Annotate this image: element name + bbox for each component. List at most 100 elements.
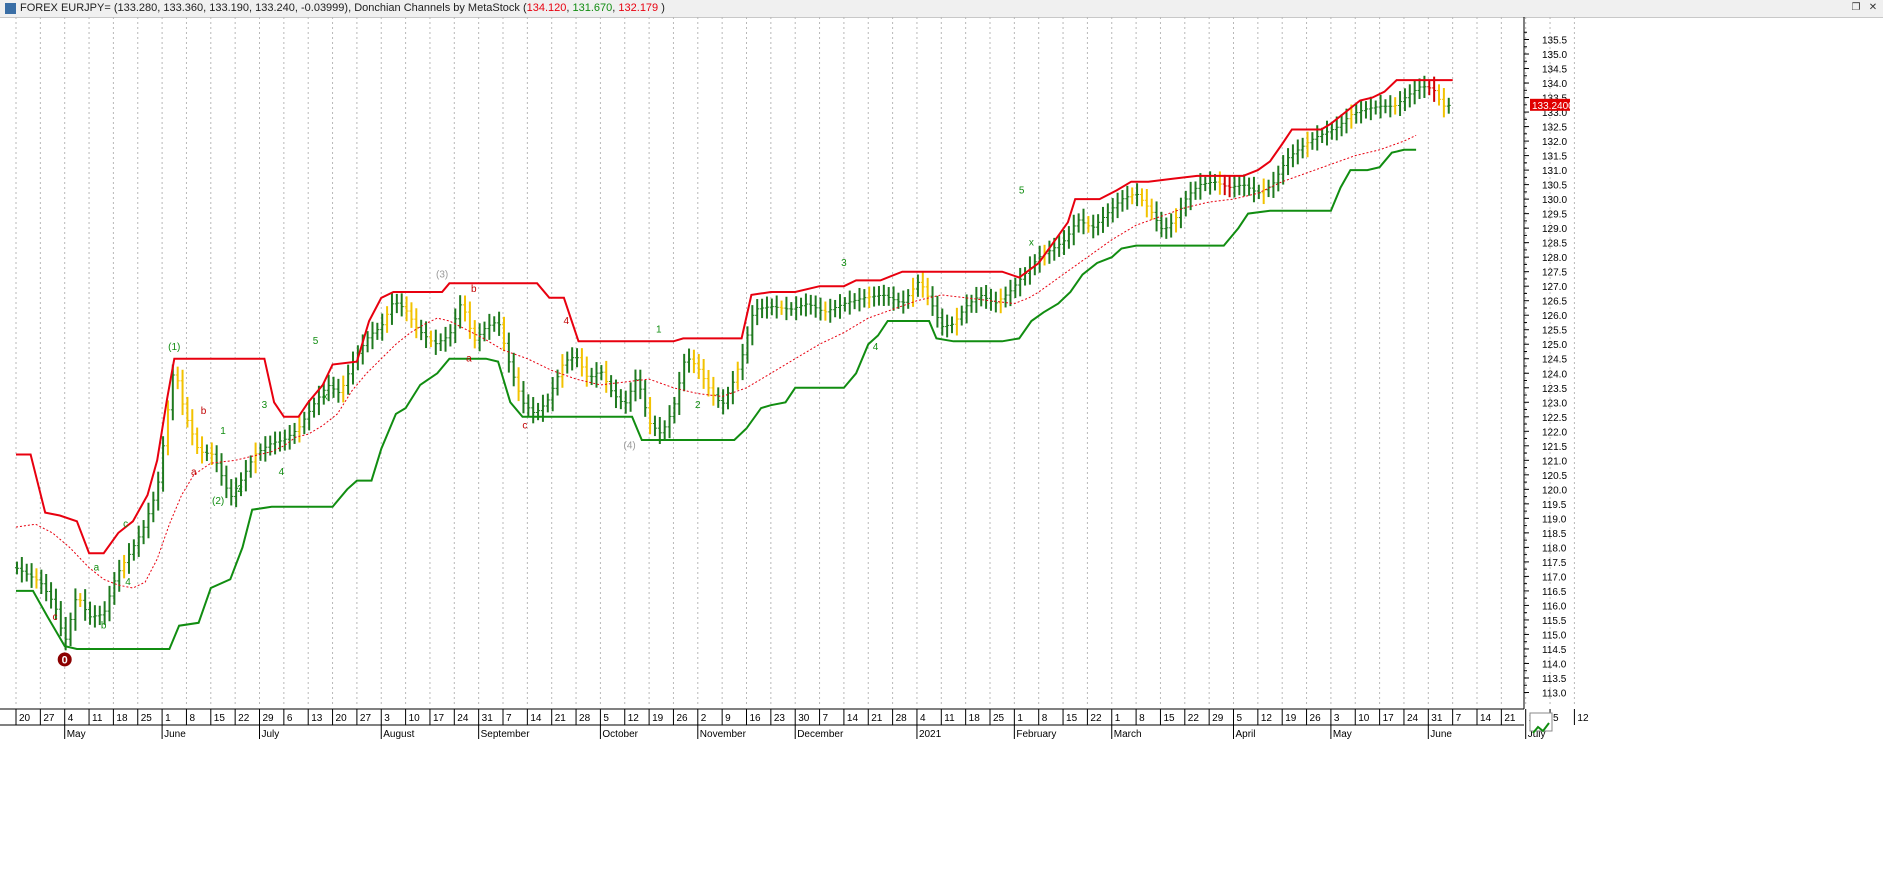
wave-label: a: [466, 354, 472, 365]
price-bar: [950, 316, 955, 334]
price-bar: [156, 471, 161, 511]
price-bar: [253, 442, 258, 474]
date-axis: 20 27 4 11 18 25 1 8 15 22 29 6 13 20 27 3 10 17 24 31 7 14 21…: [0, 708, 1883, 741]
week-label: 6: [287, 713, 293, 724]
price-bar: [760, 298, 765, 319]
price-bar: [438, 333, 443, 352]
month-label: February: [1016, 729, 1056, 740]
price-bar: [1198, 173, 1203, 200]
price-bar: [1368, 96, 1373, 121]
month-label: July: [262, 729, 280, 740]
price-bar: [1398, 91, 1403, 116]
price-tick-label: 130.5: [1542, 181, 1567, 192]
week-label: 12: [628, 713, 640, 724]
restore-window-icon[interactable]: ❐: [1849, 2, 1863, 14]
price-bar: [803, 293, 808, 317]
wave-label: b: [101, 621, 107, 632]
price-bar: [969, 294, 974, 313]
price-bar: [19, 557, 24, 583]
week-label: 8: [1139, 713, 1145, 724]
week-label: 7: [506, 713, 512, 724]
price-bar: [1125, 185, 1130, 210]
price-bar: [1286, 148, 1291, 176]
month-label: June: [1430, 729, 1452, 740]
upper-band-value: 134.120: [526, 2, 567, 14]
week-label: 14: [530, 713, 542, 724]
price-bar: [1178, 197, 1183, 229]
price-tick-label: 135.0: [1542, 50, 1567, 61]
price-bar: [126, 543, 131, 574]
price-bar: [1281, 155, 1286, 185]
price-bar: [248, 455, 253, 478]
price-bar: [29, 563, 34, 588]
week-label: 1: [1017, 713, 1023, 724]
week-label: 16: [750, 713, 762, 724]
wave-label: (1): [168, 342, 180, 353]
week-label: 20: [336, 713, 348, 724]
price-tick-label: 119.0: [1542, 514, 1567, 525]
week-label: 8: [1042, 713, 1048, 724]
price-bar: [1363, 101, 1368, 119]
wave-label: 1: [656, 325, 662, 336]
wave-label: a: [94, 563, 100, 574]
price-bar: [443, 326, 448, 352]
price-bar: [628, 382, 633, 412]
week-label: 15: [214, 713, 226, 724]
price-bar: [414, 308, 419, 339]
close-window-icon[interactable]: ✕: [1866, 2, 1880, 14]
price-bar: [1290, 144, 1295, 168]
mid-band-value: 132.179: [618, 2, 659, 14]
week-label: 17: [1383, 713, 1395, 724]
price-bar: [979, 287, 984, 307]
price-tick-label: 115.5: [1542, 616, 1567, 627]
price-bar: [1208, 171, 1213, 195]
price-bar: [516, 367, 521, 402]
price-bar: [151, 491, 156, 523]
price-chart[interactable]: 0cabc4(1)ba12(2)345x(3)bac4(4)12345x113.…: [0, 17, 1883, 889]
week-label: 31: [1431, 713, 1443, 724]
week-label: 25: [993, 713, 1005, 724]
price-bar: [570, 347, 575, 371]
price-bar: [1169, 213, 1174, 238]
chart-corner-icon[interactable]: [1529, 712, 1553, 734]
price-bar: [1115, 192, 1120, 219]
week-label: 27: [360, 713, 372, 724]
price-bar: [209, 442, 214, 466]
closing-paren: ): [658, 2, 665, 14]
price-bar: [1193, 181, 1198, 200]
wave-label: c: [522, 420, 527, 431]
wave-label: 4: [564, 316, 570, 327]
price-bar: [302, 411, 307, 435]
price-bar: [847, 290, 852, 315]
price-bar: [1232, 176, 1237, 198]
week-label: 22: [238, 713, 250, 724]
wave-label: 4: [873, 342, 879, 353]
price-bar: [1295, 139, 1300, 165]
price-bar: [1076, 213, 1081, 233]
price-bar: [755, 299, 760, 326]
month-label: August: [383, 729, 414, 740]
price-bar: [341, 375, 346, 403]
month-label: June: [164, 729, 186, 740]
price-bar: [1266, 179, 1271, 198]
week-label: 26: [1310, 713, 1322, 724]
price-bar: [122, 554, 127, 579]
price-bar: [24, 563, 29, 582]
wave-label: b: [471, 284, 477, 295]
price-bar: [131, 539, 136, 561]
price-bar: [531, 397, 536, 424]
wave-label: 5: [1019, 185, 1025, 196]
price-bar: [1144, 189, 1149, 218]
price-bar: [1300, 137, 1305, 159]
price-tick-label: 116.0: [1542, 601, 1567, 612]
price-bar: [385, 306, 390, 333]
price-tick-label: 132.5: [1542, 123, 1567, 134]
price-bar: [1057, 235, 1062, 257]
week-label: 30: [798, 713, 810, 724]
price-bar: [633, 369, 638, 402]
price-bar: [92, 605, 97, 628]
price-bar: [1237, 176, 1242, 196]
price-tick-label: 119.5: [1542, 500, 1567, 511]
price-bar: [1446, 97, 1451, 114]
price-bar: [419, 319, 424, 341]
